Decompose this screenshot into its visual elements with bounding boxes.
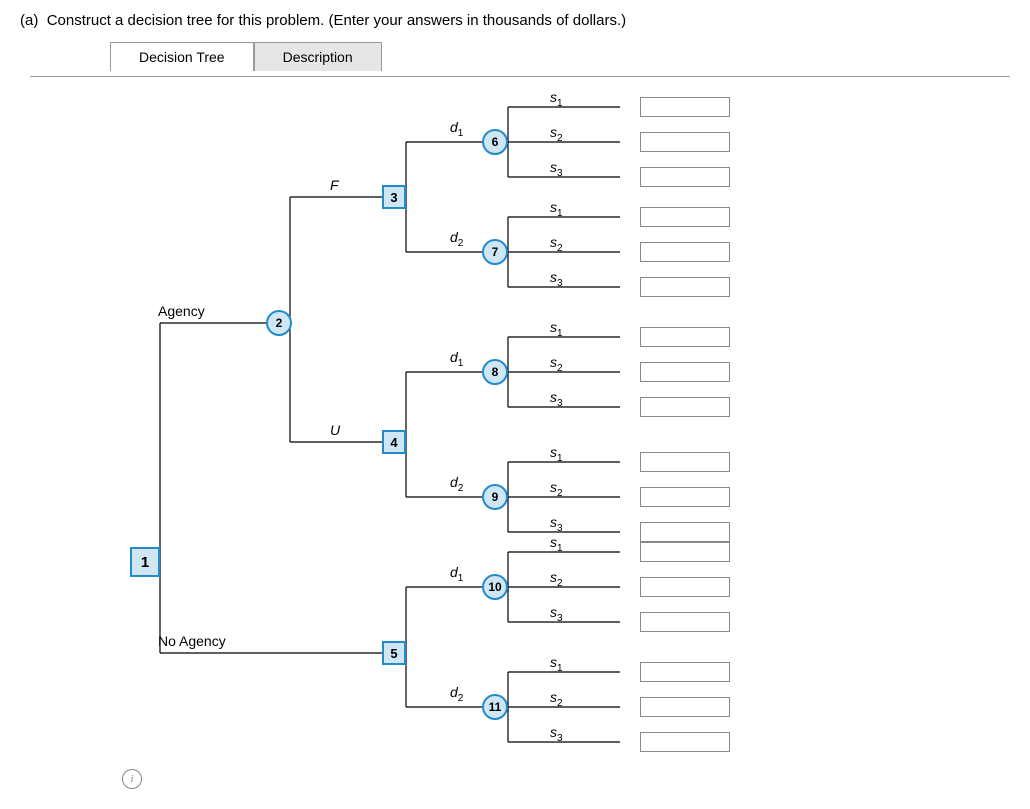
s-label: s2 bbox=[550, 689, 563, 709]
payoff-input-11-s1[interactable] bbox=[640, 662, 730, 682]
payoff-input-10-s2[interactable] bbox=[640, 577, 730, 597]
part-letter: a bbox=[25, 12, 33, 29]
tab-decision-tree[interactable]: Decision Tree bbox=[110, 42, 254, 71]
s-label: s2 bbox=[550, 124, 563, 144]
decision-node-1: 1 bbox=[130, 547, 160, 577]
decision-node-5: 5 bbox=[382, 641, 406, 665]
s-label: s2 bbox=[550, 354, 563, 374]
s-label: s2 bbox=[550, 234, 563, 254]
label-d2-b: d2 bbox=[450, 474, 463, 494]
chance-node-10: 10 bbox=[482, 574, 508, 600]
info-icon[interactable]: i bbox=[122, 769, 142, 789]
chance-node-11: 11 bbox=[482, 694, 508, 720]
payoff-input-9-s3[interactable] bbox=[640, 522, 730, 542]
s-label: s1 bbox=[550, 319, 563, 339]
payoff-input-8-s2[interactable] bbox=[640, 362, 730, 382]
label-U: U bbox=[330, 422, 340, 438]
s-label: s3 bbox=[550, 514, 563, 534]
payoff-input-9-s1[interactable] bbox=[640, 452, 730, 472]
decision-node-4: 4 bbox=[382, 430, 406, 454]
payoff-input-7-s2[interactable] bbox=[640, 242, 730, 262]
chance-node-9: 9 bbox=[482, 484, 508, 510]
chance-node-7: 7 bbox=[482, 239, 508, 265]
label-d2-a: d2 bbox=[450, 229, 463, 249]
payoff-input-9-s2[interactable] bbox=[640, 487, 730, 507]
prompt-text: Construct a decision tree for this probl… bbox=[47, 12, 626, 29]
payoff-input-7-s1[interactable] bbox=[640, 207, 730, 227]
s-label: s1 bbox=[550, 534, 563, 554]
payoff-input-6-s2[interactable] bbox=[640, 132, 730, 152]
payoff-input-10-s3[interactable] bbox=[640, 612, 730, 632]
s-label: s1 bbox=[550, 654, 563, 674]
payoff-input-8-s1[interactable] bbox=[640, 327, 730, 347]
payoff-input-11-s3[interactable] bbox=[640, 732, 730, 752]
s-label: s1 bbox=[550, 199, 563, 219]
label-d2-c: d2 bbox=[450, 684, 463, 704]
s-label: s3 bbox=[550, 269, 563, 289]
s-label: s2 bbox=[550, 479, 563, 499]
label-d1-a: d1 bbox=[450, 119, 463, 139]
chance-node-6: 6 bbox=[482, 129, 508, 155]
s-label: s2 bbox=[550, 569, 563, 589]
s-label: s3 bbox=[550, 159, 563, 179]
chance-node-2: 2 bbox=[266, 310, 292, 336]
payoff-input-11-s2[interactable] bbox=[640, 697, 730, 717]
chance-node-8: 8 bbox=[482, 359, 508, 385]
label-no-agency: No Agency bbox=[158, 633, 226, 649]
payoff-input-6-s1[interactable] bbox=[640, 97, 730, 117]
payoff-input-7-s3[interactable] bbox=[640, 277, 730, 297]
decision-node-3: 3 bbox=[382, 185, 406, 209]
s-label: s1 bbox=[550, 89, 563, 109]
payoff-input-6-s3[interactable] bbox=[640, 167, 730, 187]
s-label: s3 bbox=[550, 724, 563, 744]
tab-description[interactable]: Description bbox=[254, 42, 382, 71]
label-F: F bbox=[330, 177, 339, 193]
s-label: s3 bbox=[550, 604, 563, 624]
s-label: s3 bbox=[550, 389, 563, 409]
label-agency: Agency bbox=[158, 303, 205, 319]
diagram-frame: 1 2 3 4 5 6 7 8 9 10 11 Agency No Agency… bbox=[30, 76, 1010, 767]
payoff-input-10-s1[interactable] bbox=[640, 542, 730, 562]
label-d1-c: d1 bbox=[450, 564, 463, 584]
s-label: s1 bbox=[550, 444, 563, 464]
label-d1-b: d1 bbox=[450, 349, 463, 369]
payoff-input-8-s3[interactable] bbox=[640, 397, 730, 417]
